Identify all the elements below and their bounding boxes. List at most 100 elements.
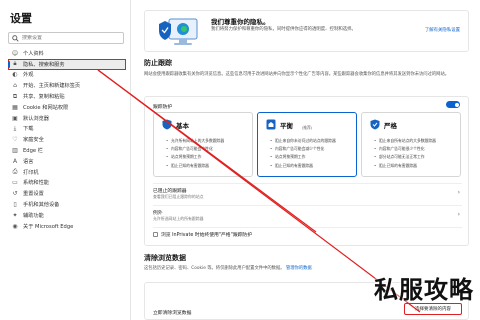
- sidebar-item-cookies[interactable]: ▦ Cookie 和网站权限: [8, 102, 126, 113]
- sidebar-item-label: 外观: [23, 72, 34, 79]
- row-label: 浏览 InPrivate 时始终使用"严格"跟踪防护: [161, 233, 253, 238]
- sidebar-item-accessibility[interactable]: ✦ 辅助功能: [8, 210, 126, 221]
- sidebar-item-downloads[interactable]: ⤓ 下载: [8, 124, 126, 135]
- phone-icon: ▯: [13, 201, 17, 209]
- sidebar-item-label: 个人资料: [23, 50, 44, 57]
- row-description: 查看我们已阻止跟踪你的站点: [153, 194, 204, 199]
- clear-data-section-title: 清除浏览数据: [144, 254, 186, 262]
- lock-icon: 🔒︎: [13, 60, 17, 68]
- sidebar-item-label: 家庭安全: [23, 137, 44, 144]
- sidebar-item-start-home[interactable]: ⌂ 开始、主页和新建标签页: [8, 80, 126, 91]
- card-bullet: 阻止已知的有害跟踪器: [166, 162, 250, 170]
- card-bullet: 阻止已知的有害跟踪器: [374, 162, 458, 170]
- card-bullets: 阻止来自你未访问过的站点的跟踪器 内容和广告可能会减少个性化 站点将按预期工作 …: [270, 137, 354, 170]
- row-title: 已阻止的跟踪器: [153, 189, 187, 194]
- person-icon: ☺: [11, 49, 19, 57]
- sidebar-item-default-browser[interactable]: ▣ 默认浏览器: [8, 113, 126, 124]
- chevron-right-icon: ›: [457, 211, 460, 218]
- card-bullet: 阻止已知的有害跟踪器: [270, 162, 354, 170]
- sidebar-item-privacy[interactable]: 🔒︎ 隐私、搜索和服务: [8, 58, 126, 70]
- sidebar-item-label: 共享、复制和粘贴: [23, 94, 65, 101]
- search-input[interactable]: [22, 35, 112, 41]
- sidebar-item-appearance[interactable]: ◐ 外观: [8, 70, 126, 81]
- sidebar-item-family[interactable]: ♡ 家庭安全: [8, 134, 126, 145]
- tracking-toggle-label: 跟踪防护: [153, 105, 173, 110]
- sidebar-item-share-copy[interactable]: ⧉ 共享、复制和粘贴: [8, 91, 126, 102]
- search-icon: [12, 34, 19, 42]
- exceptions-row[interactable]: 例外 允许所选网站上的所有跟踪器 ›: [153, 205, 462, 223]
- appearance-icon: ◐: [12, 71, 18, 79]
- row-title: 例外: [153, 211, 163, 216]
- shield-basic-icon: [162, 119, 172, 130]
- language-icon: A: [12, 157, 18, 165]
- tracking-card-balanced[interactable]: 平衡 (推荐) 阻止来自你未访问过的站点的跟踪器 内容和广告可能会减少个性化 站…: [257, 112, 357, 177]
- sidebar-item-profile[interactable]: ☺ 个人资料: [8, 48, 126, 59]
- download-icon: ⤓: [13, 124, 17, 132]
- sidebar-item-label: 隐私、搜索和服务: [23, 61, 65, 68]
- watermark-text: 私服攻略: [374, 276, 474, 304]
- card-recommended-label: (推荐): [301, 125, 313, 130]
- card-bullet: 站点将按预期工作: [166, 153, 250, 161]
- tracking-prevention-toggle[interactable]: [446, 101, 460, 108]
- sidebar-item-label: 关于 Microsoft Edge: [23, 223, 74, 230]
- card-bullets: 允许所有网站上的大多数跟踪器 内容和广告可能会个性化 站点将按预期工作 阻止已知…: [166, 137, 250, 170]
- sidebar-item-label: 系统和性能: [23, 180, 49, 187]
- card-bullet: 阻止来自所有站点的大多数跟踪器: [374, 137, 458, 145]
- manage-data-link[interactable]: 管理你的数据: [286, 266, 312, 271]
- privacy-banner: 我们尊重你的隐私。 我们将努力保护和尊重你的隐私，同时提供你应得的透明度、控制和…: [144, 10, 469, 52]
- card-bullet: 允许所有网站上的大多数跟踪器: [166, 137, 250, 145]
- sidebar-item-edge-bar[interactable]: ▥ Edge 栏: [8, 145, 126, 156]
- sidebar-item-label: 默认浏览器: [23, 115, 49, 122]
- reset-icon: ↺: [12, 190, 18, 198]
- tracking-card-strict[interactable]: 严格 阻止来自所有站点的大多数跟踪器 内容和广告可能很少个性化 部分站点可能无法…: [361, 112, 461, 177]
- browser-icon: ▣: [12, 114, 18, 122]
- printer-icon: ⎙: [12, 168, 18, 176]
- accessibility-icon: ✦: [12, 211, 18, 219]
- settings-sidebar: 设置 ☺ 个人资料 🔒︎ 隐私、搜索和服务 ◐ 外观 ⌂ 开始、主页和新建标签页 ⧉ 共享…: [0, 0, 130, 320]
- sidebar-title: 设置: [10, 12, 32, 25]
- tracking-section-title: 防止跟踪: [144, 59, 172, 67]
- sidebar-item-label: 开始、主页和新建标签页: [23, 83, 81, 90]
- sidebar-item-label: Cookie 和网站权限: [23, 104, 69, 111]
- cookie-icon: ▦: [12, 103, 18, 111]
- sidebar-item-system[interactable]: ▭ 系统和性能: [8, 178, 126, 189]
- clear-data-description: 这包括历史记录、密码、Cookie 等。将仅删除此用户配置文件中的数据。 管理你…: [144, 266, 354, 272]
- sidebar-item-label: 重置设置: [23, 191, 44, 198]
- tracking-prevention-panel: 跟踪防护 基本 允许所有网站上的大多数跟踪器 内容和广告可能会个性化 站点将按预…: [144, 96, 469, 246]
- card-bullet: 内容和广告可能很少个性化: [374, 145, 458, 153]
- card-bullet: 阻止来自你未访问过的站点的跟踪器: [270, 137, 354, 145]
- sidebar-item-about[interactable]: ◉ 关于 Microsoft Edge: [8, 221, 126, 232]
- inprivate-strict-row: 浏览 InPrivate 时始终使用"严格"跟踪防护: [153, 227, 462, 245]
- share-icon: ⧉: [12, 92, 18, 100]
- banner-description: 我们将努力保护和尊重你的隐私，同时提供你应得的透明度、控制和选择。: [211, 27, 356, 32]
- tracking-card-basic[interactable]: 基本 允许所有网站上的大多数跟踪器 内容和广告可能会个性化 站点将按预期工作 阻…: [153, 112, 253, 177]
- edge-logo-icon: ◉: [12, 222, 18, 230]
- sidebar-item-label: 打印机: [23, 169, 39, 176]
- privacy-illustration-icon: [159, 18, 198, 45]
- shield-strict-icon: [370, 119, 380, 130]
- sidebar-item-label: 手机和其他设备: [23, 202, 60, 209]
- clear-data-description-text: 这包括历史记录、密码、Cookie 等。将仅删除此用户配置文件中的数据。: [144, 266, 285, 271]
- system-icon: ▭: [12, 179, 18, 187]
- privacy-learn-more-link[interactable]: 了解有关隐私设置: [425, 27, 460, 33]
- row-description: 允许所选网站上的所有跟踪器: [153, 216, 204, 221]
- family-icon: ♡: [12, 136, 18, 144]
- sidebar-item-phone[interactable]: ▯ 手机和其他设备: [8, 199, 126, 210]
- blocked-trackers-row[interactable]: 已阻止的跟踪器 查看我们已阻止跟踪你的站点 ›: [153, 183, 462, 201]
- sidebar-divider: [130, 0, 131, 320]
- card-bullet: 部分站点可能无法正常工作: [374, 153, 458, 161]
- sidebar-item-reset[interactable]: ↺ 重置设置: [8, 188, 126, 199]
- edge-bar-icon: ▥: [12, 147, 18, 155]
- card-title: 基本: [176, 122, 189, 130]
- tracking-description: 网站会使用跟踪器收集有关你的浏览信息。这些信息可用于改进网站并向你显示个性化广告…: [144, 72, 450, 77]
- settings-nav: ☺ 个人资料 🔒︎ 隐私、搜索和服务 ◐ 外观 ⌂ 开始、主页和新建标签页 ⧉ 共享、复制…: [8, 48, 126, 232]
- search-box[interactable]: [8, 32, 124, 44]
- inprivate-strict-checkbox[interactable]: [153, 232, 158, 237]
- sidebar-item-languages[interactable]: A 语言: [8, 156, 126, 167]
- sidebar-item-printers[interactable]: ⎙ 打印机: [8, 167, 126, 178]
- card-bullet: 内容和广告可能会个性化: [166, 145, 250, 153]
- card-header: 严格: [362, 117, 460, 131]
- card-header: 基本: [154, 117, 252, 131]
- card-title: 严格: [384, 122, 397, 130]
- home-icon: ⌂: [13, 82, 17, 90]
